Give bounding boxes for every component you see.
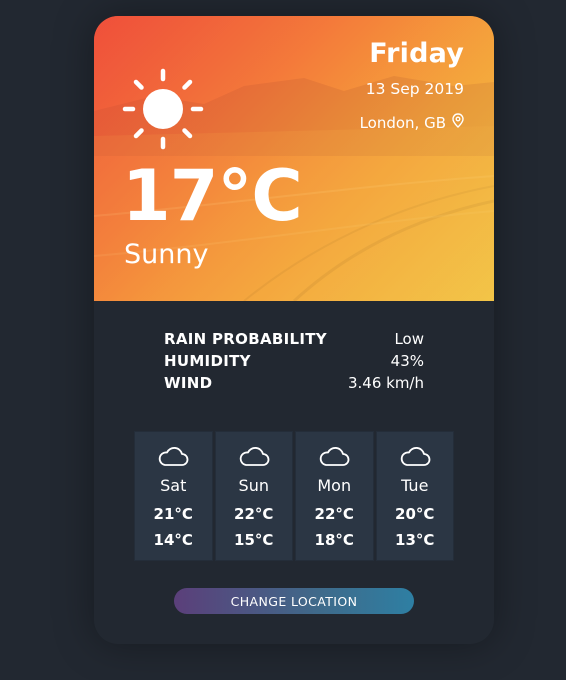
date-text: 13 Sep 2019 <box>365 80 464 98</box>
forecast-day-name: Sat <box>160 476 187 495</box>
sun-icon <box>122 68 204 154</box>
detail-label: RAIN PROBABILITY <box>164 330 327 348</box>
current-temperature: 17°C <box>122 155 303 237</box>
forecast-day-sun: Sun 22°C 15°C <box>214 431 293 561</box>
forecast-list: Sat 21°C 14°C Sun 22°C 15°C Mon 22°C 18°… <box>134 431 454 561</box>
forecast-low: 14°C <box>153 531 193 549</box>
forecast-high: 22°C <box>234 505 274 523</box>
forecast-high: 22°C <box>314 505 354 523</box>
forecast-low: 13°C <box>395 531 435 549</box>
weather-details: RAIN PROBABILITY Low HUMIDITY 43% WIND 3… <box>164 328 424 394</box>
forecast-high: 20°C <box>395 505 435 523</box>
cloud-icon <box>157 445 189 467</box>
current-condition: Sunny <box>124 239 209 270</box>
detail-value: 43% <box>390 352 424 370</box>
detail-value: 3.46 km/h <box>347 374 424 392</box>
weather-card: Friday 13 Sep 2019 London, GB 17°C Sunny… <box>94 16 494 644</box>
detail-row-wind: WIND 3.46 km/h <box>164 372 424 394</box>
forecast-low: 15°C <box>234 531 274 549</box>
cloud-icon <box>399 445 431 467</box>
detail-value: Low <box>394 330 424 348</box>
cloud-icon <box>318 445 350 467</box>
forecast-low: 18°C <box>314 531 354 549</box>
forecast-day-name: Sun <box>238 476 269 495</box>
detail-row-humidity: HUMIDITY 43% <box>164 350 424 372</box>
forecast-day-tue: Tue 20°C 13°C <box>375 431 454 561</box>
detail-label: HUMIDITY <box>164 352 251 370</box>
forecast-day-name: Tue <box>401 476 429 495</box>
day-name: Friday <box>369 38 464 69</box>
detail-row-rain: RAIN PROBABILITY Low <box>164 328 424 350</box>
map-pin-icon <box>452 113 464 132</box>
location-text[interactable]: London, GB <box>360 113 464 132</box>
forecast-day-name: Mon <box>317 476 352 495</box>
weather-hero: Friday 13 Sep 2019 London, GB 17°C Sunny <box>94 16 494 301</box>
forecast-day-sat: Sat 21°C 14°C <box>134 431 213 561</box>
detail-label: WIND <box>164 374 213 392</box>
location-label: London, GB <box>359 113 446 132</box>
forecast-day-mon: Mon 22°C 18°C <box>295 431 374 561</box>
change-location-button[interactable]: CHANGE LOCATION <box>174 588 414 614</box>
cloud-icon <box>238 445 270 467</box>
forecast-high: 21°C <box>153 505 193 523</box>
